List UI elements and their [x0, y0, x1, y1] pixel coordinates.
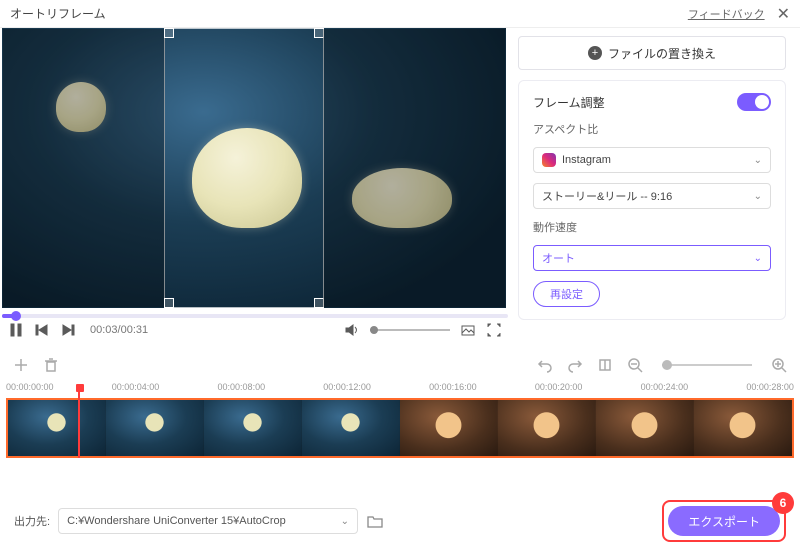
aspect-label: アスペクト比 — [533, 121, 771, 137]
aspect-select[interactable]: Instagram ⌄ — [533, 147, 771, 173]
crop-handle-icon[interactable] — [314, 298, 324, 308]
chevron-down-icon: ⌄ — [341, 516, 349, 527]
fullscreen-icon[interactable] — [486, 322, 502, 338]
speed-select[interactable]: オート ⌄ — [533, 245, 771, 271]
volume-icon[interactable] — [344, 322, 360, 338]
footer-bar: 出力先: C:¥Wondershare UniConverter 15¥Auto… — [0, 497, 800, 545]
chevron-down-icon: ⌄ — [754, 155, 762, 166]
crop-frame[interactable] — [164, 28, 324, 308]
side-panel: + ファイルの置き換え フレーム調整 アスペクト比 Instagram ⌄ スト… — [510, 28, 800, 348]
undo-icon[interactable] — [536, 356, 554, 374]
ruler-tick: 00:00:20:00 — [535, 382, 583, 392]
header-bar: オートリフレーム フィードバック ✕ — [0, 0, 800, 28]
aspect-value: Instagram — [562, 154, 611, 166]
timeline-thumb — [204, 400, 302, 456]
replace-file-button[interactable]: + ファイルの置き換え — [518, 36, 786, 70]
output-path-select[interactable]: C:¥Wondershare UniConverter 15¥AutoCrop … — [58, 508, 358, 534]
step-badge: 6 — [772, 492, 794, 514]
pause-icon[interactable] — [8, 322, 24, 338]
add-icon[interactable] — [12, 356, 30, 374]
main-area: 00:03/00:31 + ファイルの置き換え フレーム調整 アスペクト比 In… — [0, 28, 800, 348]
video-preview[interactable] — [2, 28, 506, 308]
delete-icon[interactable] — [42, 356, 60, 374]
timeline-thumb — [498, 400, 596, 456]
frame-adjust-panel: フレーム調整 アスペクト比 Instagram ⌄ ストーリー&リール -- 9… — [518, 80, 786, 320]
zoom-in-icon[interactable] — [770, 356, 788, 374]
timeline-thumb — [400, 400, 498, 456]
output-label: 出力先: — [14, 513, 50, 529]
ruler-tick: 00:00:16:00 — [429, 382, 477, 392]
prev-frame-icon[interactable] — [34, 322, 50, 338]
timeline-thumb — [8, 400, 106, 456]
folder-icon[interactable] — [366, 512, 384, 530]
ruler-tick: 00:00:00:00 — [6, 382, 54, 392]
timeline-thumb — [596, 400, 694, 456]
close-icon[interactable]: ✕ — [777, 4, 790, 24]
export-button[interactable]: エクスポート — [668, 506, 780, 536]
window-title: オートリフレーム — [10, 5, 106, 22]
export-highlight: エクスポート 6 — [662, 500, 786, 542]
zoom-thumb-icon[interactable] — [662, 360, 672, 370]
redo-icon[interactable] — [566, 356, 584, 374]
header-actions: フィードバック ✕ — [688, 4, 790, 24]
ruler-tick: 00:00:04:00 — [112, 382, 160, 392]
timeline-thumb — [302, 400, 400, 456]
zoom-slider[interactable] — [662, 364, 752, 366]
time-ruler[interactable]: 00:00:00:00 00:00:04:00 00:00:08:00 00:0… — [0, 382, 800, 398]
frame-adjust-toggle[interactable] — [737, 93, 771, 111]
speed-label: 動作速度 — [533, 219, 771, 235]
speed-value: オート — [542, 250, 575, 266]
timeline-track[interactable] — [6, 398, 794, 458]
frame-adjust-title: フレーム調整 — [533, 94, 605, 111]
feedback-link[interactable]: フィードバック — [688, 6, 765, 22]
timeline-thumb — [694, 400, 792, 456]
aspect-sub-value: ストーリー&リール -- 9:16 — [542, 188, 672, 204]
timeline-toolbar — [0, 348, 800, 382]
ruler-tick: 00:00:24:00 — [641, 382, 689, 392]
playhead-icon[interactable] — [78, 384, 80, 458]
aspect-sub-select[interactable]: ストーリー&リール -- 9:16 ⌄ — [533, 183, 771, 209]
seek-thumb-icon[interactable] — [11, 311, 21, 321]
chevron-down-icon: ⌄ — [754, 191, 762, 202]
next-frame-icon[interactable] — [60, 322, 76, 338]
split-icon[interactable] — [596, 356, 614, 374]
time-display: 00:03/00:31 — [90, 324, 148, 336]
reset-button[interactable]: 再設定 — [533, 281, 600, 307]
ruler-tick: 00:00:28:00 — [746, 382, 794, 392]
seek-bar[interactable] — [2, 314, 508, 318]
crop-handle-icon[interactable] — [314, 28, 324, 38]
volume-slider[interactable] — [370, 329, 450, 331]
output-path-text: C:¥Wondershare UniConverter 15¥AutoCrop — [67, 515, 286, 527]
playback-controls: 00:03/00:31 — [0, 318, 510, 338]
replace-label: ファイルの置き換え — [608, 45, 716, 62]
ruler-tick: 00:00:08:00 — [218, 382, 266, 392]
ruler-tick: 00:00:12:00 — [323, 382, 371, 392]
crop-handle-icon[interactable] — [164, 298, 174, 308]
instagram-icon — [542, 153, 556, 167]
chevron-down-icon: ⌄ — [754, 253, 762, 264]
volume-thumb-icon[interactable] — [370, 326, 378, 334]
preview-column: 00:03/00:31 — [0, 28, 510, 348]
crop-handle-icon[interactable] — [164, 28, 174, 38]
timeline-thumb — [106, 400, 204, 456]
snapshot-icon[interactable] — [460, 322, 476, 338]
zoom-out-icon[interactable] — [626, 356, 644, 374]
plus-circle-icon: + — [588, 46, 602, 60]
